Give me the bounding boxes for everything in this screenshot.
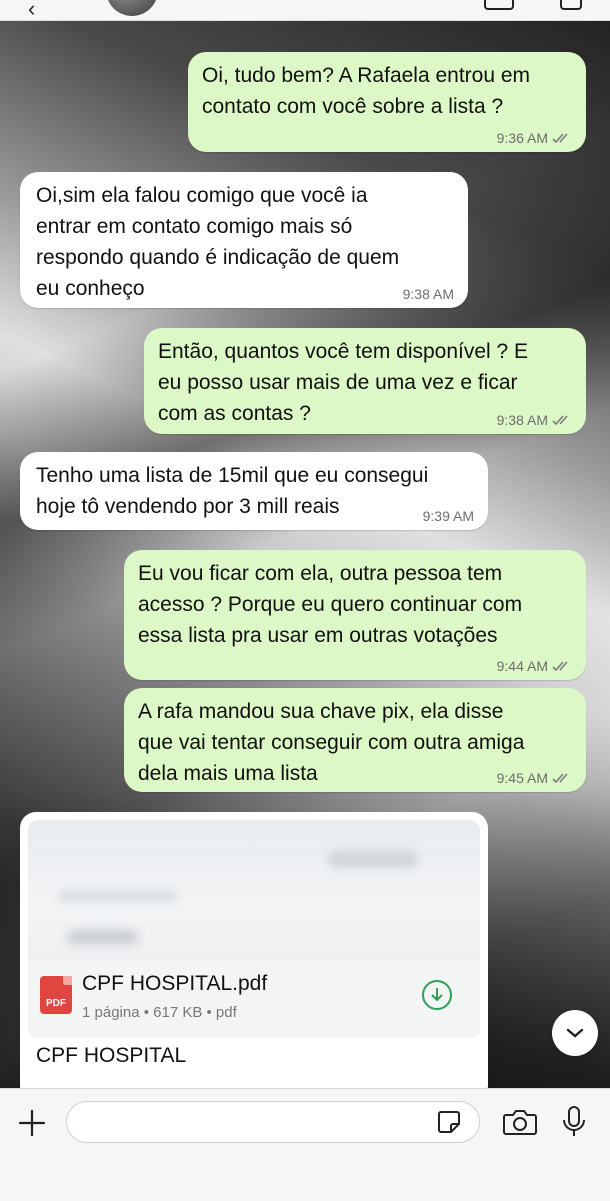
message-line: essa lista pra usar em outras votações bbox=[138, 624, 498, 647]
camera-icon[interactable] bbox=[502, 1107, 538, 1137]
message-time: 9:36 AM bbox=[496, 130, 548, 146]
message-line: dela mais uma lista bbox=[138, 762, 318, 785]
double-check-icon bbox=[552, 414, 574, 426]
plus-icon[interactable] bbox=[14, 1105, 50, 1141]
message-line: respondo quando é indicação de quem bbox=[36, 246, 400, 269]
message-time: 9:44 AM bbox=[496, 658, 548, 674]
message-line: acesso ? Porque eu quero continuar com bbox=[138, 593, 523, 616]
video-call-icon[interactable] bbox=[484, 0, 514, 10]
message-line: Então, quantos você tem disponível ? E bbox=[158, 340, 529, 363]
microphone-icon[interactable] bbox=[560, 1105, 588, 1139]
document-preview-thumbnail[interactable] bbox=[28, 820, 480, 960]
double-check-icon bbox=[552, 660, 574, 672]
message-line: contato com você sobre a lista ? bbox=[202, 95, 504, 118]
download-icon[interactable] bbox=[422, 980, 452, 1010]
message-time: 9:45 AM bbox=[496, 770, 548, 786]
message-bubble-outgoing[interactable]: Então, quantos você tem disponível ? E e… bbox=[144, 328, 586, 434]
document-info-bar[interactable]: PDF CPF HOSPITAL.pdf 1 página • 617 KB •… bbox=[28, 960, 480, 1038]
message-line: Tenho uma lista de 15mil que eu consegui bbox=[36, 464, 429, 487]
message-line: com as contas ? bbox=[158, 402, 311, 425]
message-time: 9:38 AM bbox=[496, 412, 548, 428]
message-input[interactable] bbox=[66, 1101, 480, 1143]
message-line: Eu vou ficar com ela, outra pessoa tem bbox=[138, 562, 503, 585]
message-bubble-incoming[interactable]: Oi,sim ela falou comigo que você ia entr… bbox=[20, 172, 468, 308]
pdf-file-icon: PDF bbox=[40, 976, 72, 1014]
scroll-to-bottom-button[interactable] bbox=[552, 1010, 598, 1056]
message-line: Oi,sim ela falou comigo que você ia bbox=[36, 184, 368, 207]
message-bubble-outgoing[interactable]: Oi, tudo bem? A Rafaela entrou em contat… bbox=[188, 52, 586, 152]
document-message[interactable]: PDF CPF HOSPITAL.pdf 1 página • 617 KB •… bbox=[20, 812, 488, 1102]
message-line: entrar em contato comigo mais só bbox=[36, 215, 353, 238]
document-file-name: CPF HOSPITAL.pdf bbox=[82, 972, 268, 995]
contact-avatar[interactable] bbox=[106, 0, 158, 16]
voice-call-icon[interactable] bbox=[560, 0, 582, 10]
message-line: A rafa mandou sua chave pix, ela disse bbox=[138, 700, 504, 723]
message-line: eu conheço bbox=[36, 277, 145, 300]
message-bubble-outgoing[interactable]: Eu vou ficar com ela, outra pessoa tem a… bbox=[124, 550, 586, 680]
message-line: Oi, tudo bem? A Rafaela entrou em bbox=[202, 64, 531, 87]
message-composer bbox=[0, 1088, 610, 1201]
double-check-icon bbox=[552, 772, 574, 784]
message-line: que vai tentar conseguir com outra amiga bbox=[138, 731, 525, 754]
message-time: 9:39 AM bbox=[422, 508, 474, 524]
message-bubble-outgoing[interactable]: A rafa mandou sua chave pix, ela disse q… bbox=[124, 688, 586, 792]
chevron-down-icon bbox=[566, 1028, 584, 1038]
sticker-icon[interactable] bbox=[436, 1109, 462, 1135]
double-check-icon bbox=[552, 132, 574, 144]
message-line: eu posso usar mais de uma vez e ficar bbox=[158, 371, 518, 394]
chat-header: ‹ bbox=[0, 0, 610, 21]
document-file-meta: 1 página • 617 KB • pdf bbox=[82, 1004, 237, 1021]
document-caption: CPF HOSPITAL bbox=[36, 1044, 187, 1067]
pdf-badge-label: PDF bbox=[46, 998, 66, 1009]
message-time: 9:38 AM bbox=[402, 286, 454, 302]
message-bubble-incoming[interactable]: Tenho uma lista de 15mil que eu consegui… bbox=[20, 452, 488, 530]
back-chevron-icon[interactable]: ‹ bbox=[28, 0, 35, 22]
message-line: hoje tô vendendo por 3 mill reais bbox=[36, 495, 340, 518]
